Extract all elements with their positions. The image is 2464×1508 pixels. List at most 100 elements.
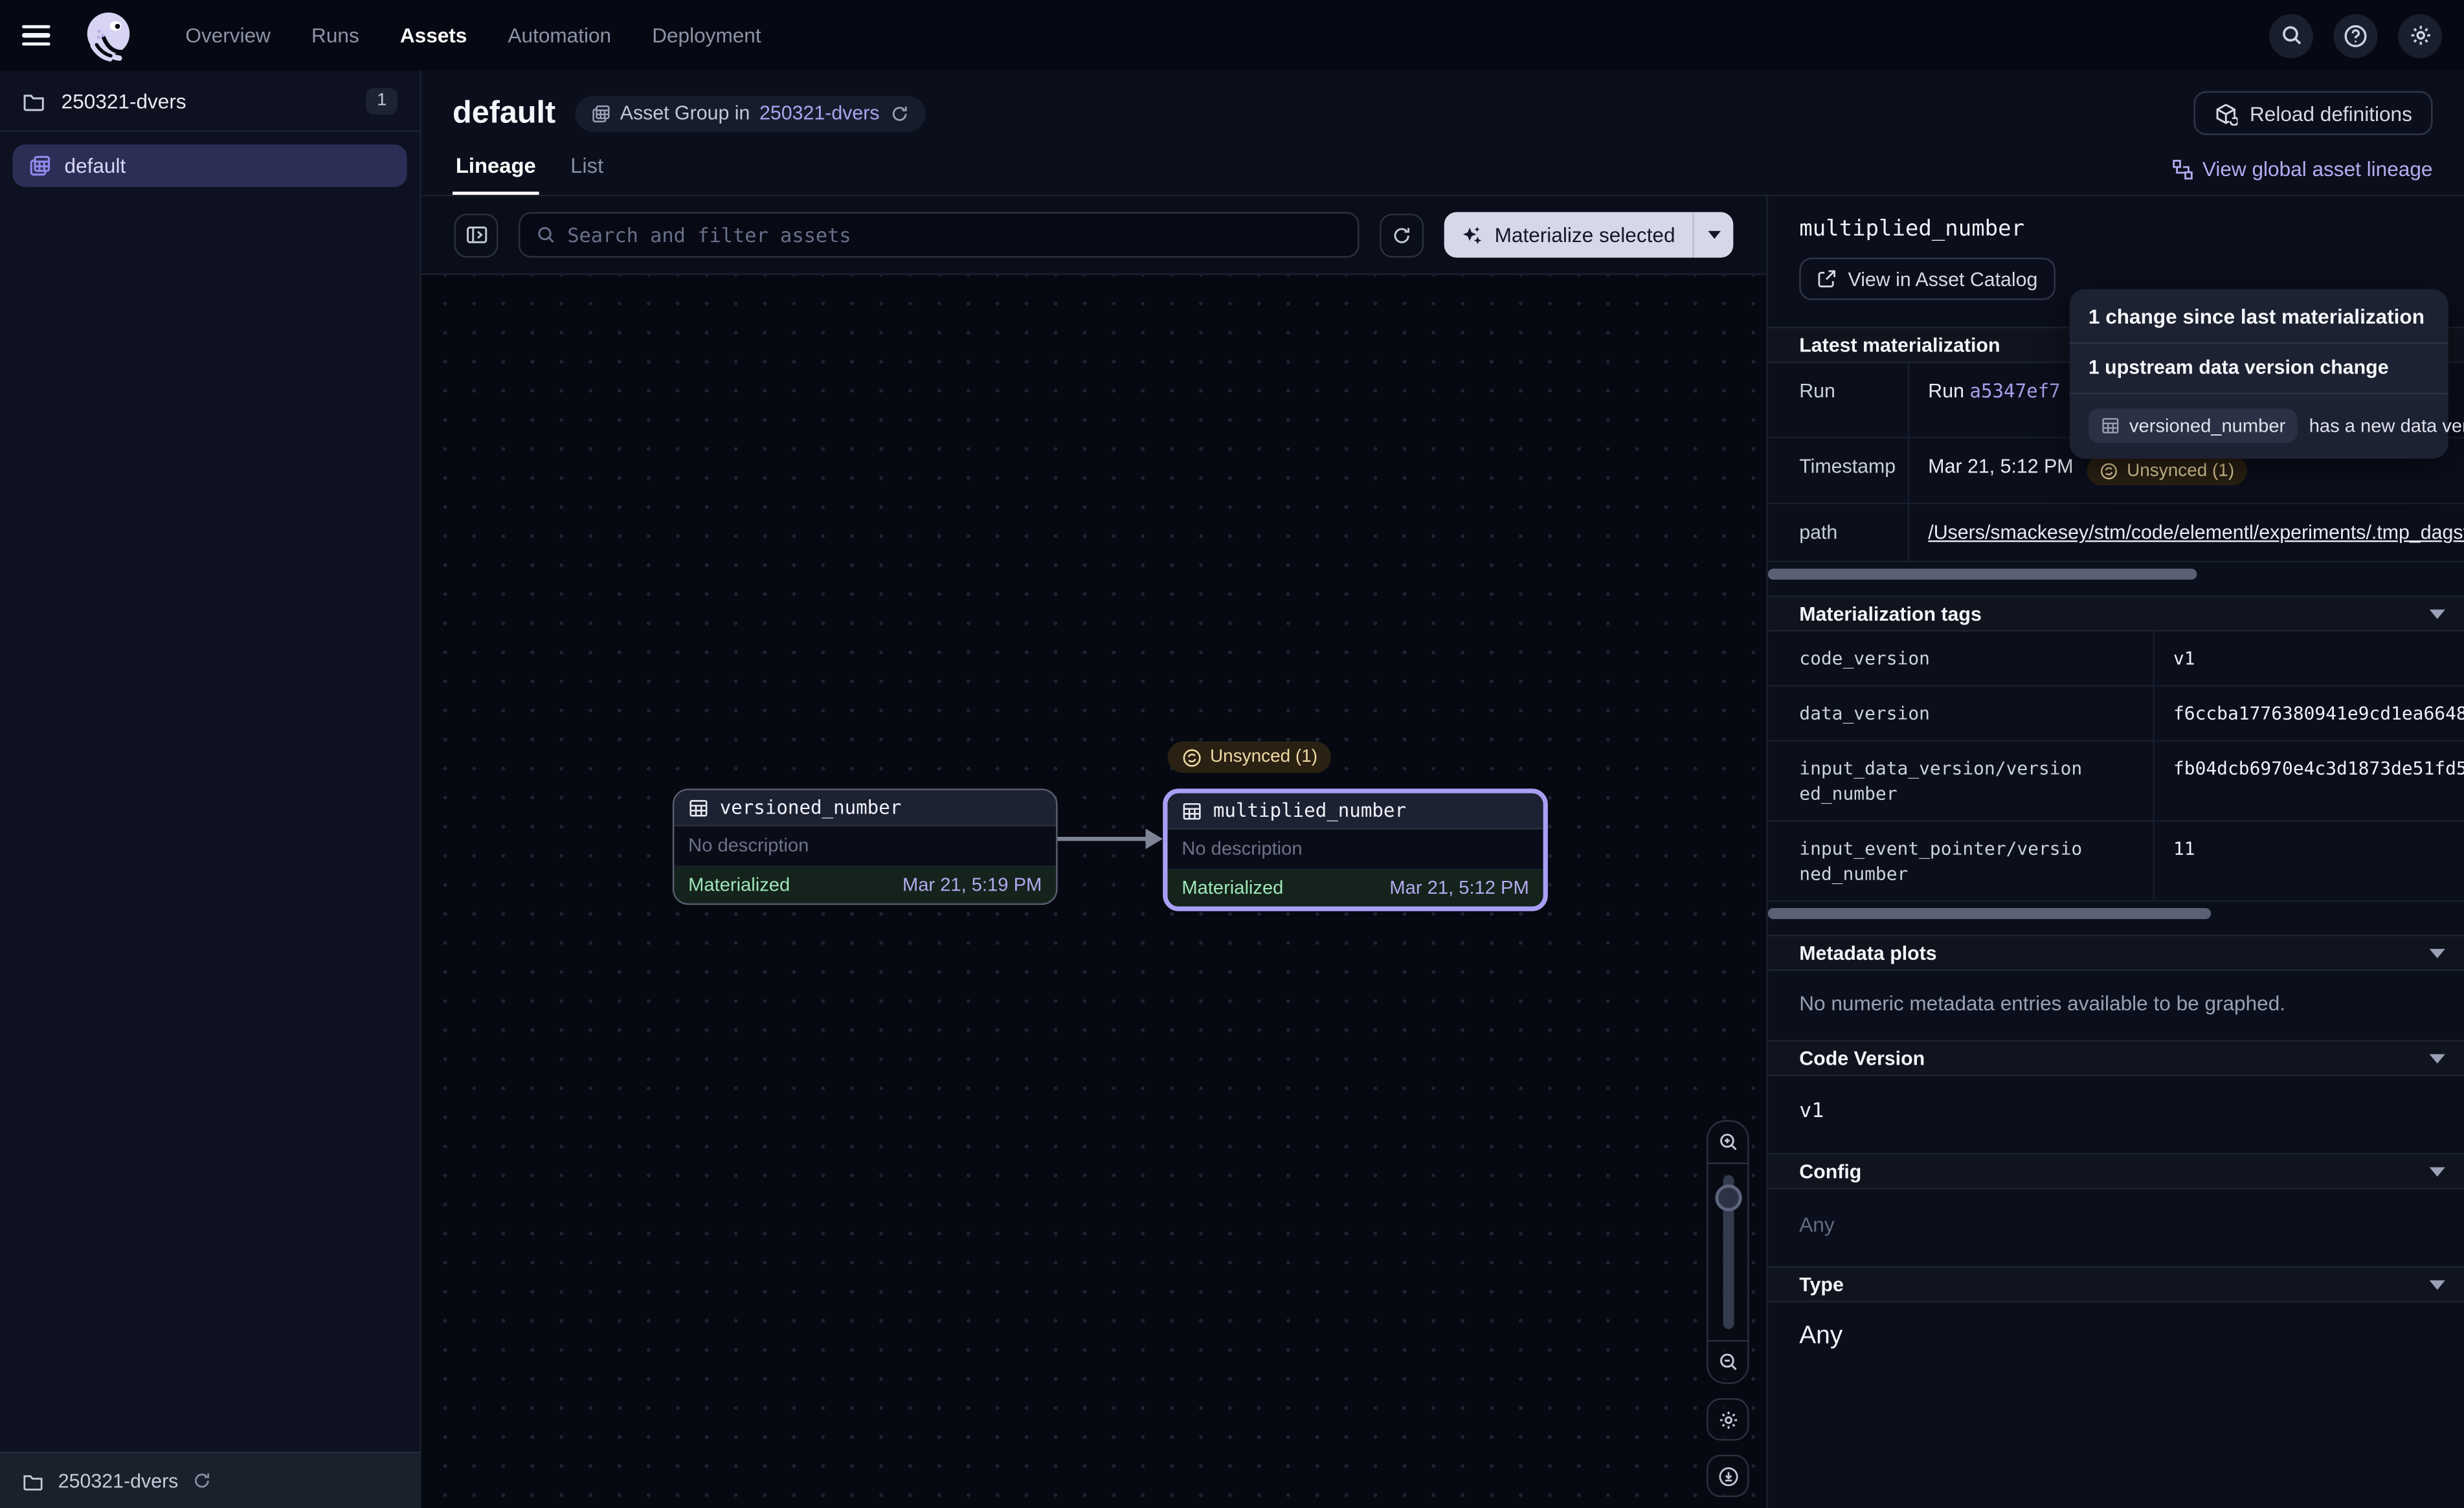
zoom-slider[interactable]	[1708, 1164, 1747, 1340]
sidebar-item-default[interactable]: default	[12, 144, 407, 187]
section-heading: Code Version	[1799, 1047, 1925, 1069]
section-metadata-plots[interactable]: Metadata plots	[1768, 935, 2464, 971]
asset-chip-versioned-number[interactable]: versioned_number	[2089, 408, 2298, 443]
tag-value: fb04dcb6970e4c3d1873de51fd5a5	[2155, 742, 2464, 820]
row-label: path	[1768, 504, 1909, 560]
tab-lineage[interactable]: Lineage	[453, 154, 539, 195]
view-global-asset-lineage-link[interactable]: View global asset lineage	[2171, 157, 2432, 195]
materialize-dropdown-toggle[interactable]	[1692, 212, 1733, 258]
zoom-in-icon	[1717, 1131, 1739, 1153]
collapse-icon	[2430, 1054, 2445, 1063]
hamburger-menu-button[interactable]	[22, 25, 50, 47]
chip-group-link[interactable]: 250321-dvers	[759, 102, 880, 124]
nav-item-assets[interactable]: Assets	[400, 23, 467, 47]
unsynced-badge-graph[interactable]: Unsynced (1)	[1167, 742, 1331, 773]
asset-node-multiplied-number[interactable]: multiplied_number No description Materia…	[1163, 789, 1548, 911]
search-input[interactable]	[567, 223, 1342, 247]
zoom-out-icon	[1717, 1351, 1739, 1373]
tag-row: data_version f6ccba1776380941e9cd1ea6648…	[1768, 687, 2464, 742]
asset-node-versioned-number[interactable]: versioned_number No description Material…	[673, 789, 1058, 905]
tooltip-title: 1 change since last materialization	[2089, 305, 2430, 342]
asset-chip-label: versioned_number	[2129, 415, 2285, 437]
section-type[interactable]: Type	[1768, 1266, 2464, 1302]
code-version-value: v1	[1768, 1076, 2464, 1153]
gear-icon	[2408, 23, 2432, 47]
asset-node-timestamp: Mar 21, 5:19 PM	[902, 874, 1042, 896]
search-icon	[536, 225, 557, 245]
refresh-icon[interactable]	[889, 103, 910, 124]
settings-button[interactable]	[2398, 14, 2442, 58]
lineage-edge	[1053, 821, 1169, 856]
view-global-asset-lineage-label: View global asset lineage	[2202, 157, 2433, 181]
panel-expand-icon	[464, 223, 487, 247]
graph-settings-button[interactable]	[1707, 1398, 1749, 1441]
tooltip-text: has a new data version	[2309, 415, 2464, 437]
refresh-icon	[1391, 224, 1413, 246]
zoom-out-button[interactable]	[1708, 1340, 1747, 1382]
search-button[interactable]	[2269, 14, 2313, 58]
dagster-logo[interactable]	[82, 8, 135, 62]
expand-panel-button[interactable]	[454, 213, 498, 257]
lineage-graph-icon	[2171, 158, 2193, 180]
sync-status-icon	[1182, 747, 1202, 768]
unsynced-badge-label: Unsynced (1)	[1210, 748, 1317, 766]
reload-definitions-button[interactable]: Reload definitions	[2193, 91, 2433, 135]
run-id-link[interactable]: a5347ef7	[1969, 380, 2060, 402]
section-heading: Type	[1799, 1273, 1844, 1295]
unsynced-badge-panel[interactable]: Unsynced (1)	[2087, 456, 2246, 485]
folder-icon	[22, 1470, 44, 1492]
tab-list[interactable]: List	[567, 154, 607, 195]
external-link-icon	[1817, 269, 1837, 289]
search-icon	[2279, 23, 2303, 47]
lineage-graph-canvas[interactable]: Unsynced (1) versioned_number No descrip…	[421, 275, 1767, 1508]
zoom-slider-thumb[interactable]	[1714, 1184, 1741, 1211]
sparkles-icon	[1462, 224, 1484, 246]
horizontal-scrollbar[interactable]	[1768, 569, 2197, 580]
tag-row: input_data_version/versioned_number fb04…	[1768, 742, 2464, 822]
asset-details-panel: multiplied_number View in Asset Catalog …	[1766, 196, 2464, 1508]
timestamp-value: Mar 21, 5:12 PM	[1928, 456, 2073, 478]
sidebar-group-count-badge: 1	[366, 87, 398, 114]
asset-group-icon	[28, 154, 52, 177]
materialize-selected-button[interactable]: Materialize selected	[1444, 212, 1733, 258]
section-config[interactable]: Config	[1768, 1153, 2464, 1190]
top-nav: Overview Runs Assets Automation Deployme…	[0, 0, 2464, 71]
sidebar-group-label: 250321-dvers	[62, 89, 186, 112]
collapse-icon	[2430, 609, 2445, 619]
tag-key: code_version	[1768, 632, 2155, 685]
nav-item-automation[interactable]: Automation	[508, 23, 611, 47]
row-label: Run	[1768, 363, 1909, 437]
sidebar-footer-label: 250321-dvers	[58, 1470, 179, 1492]
nav-item-deployment[interactable]: Deployment	[652, 23, 761, 47]
sidebar-group-250321-dvers[interactable]: 250321-dvers 1	[0, 71, 420, 132]
refresh-graph-button[interactable]	[1380, 213, 1424, 257]
page-header: default Asset Group in 250321-dvers Relo…	[421, 71, 2464, 196]
view-in-asset-catalog-button[interactable]: View in Asset Catalog	[1799, 258, 2055, 300]
gear-icon	[1717, 1408, 1739, 1430]
section-code-version[interactable]: Code Version	[1768, 1040, 2464, 1076]
refresh-icon[interactable]	[192, 1470, 213, 1491]
chip-text: Asset Group in	[620, 102, 750, 124]
reload-definitions-label: Reload definitions	[2250, 102, 2412, 125]
collapse-icon	[2430, 1166, 2445, 1176]
section-heading: Latest materialization	[1799, 334, 2000, 356]
help-button[interactable]	[2334, 14, 2378, 58]
asset-group-chip: Asset Group in 250321-dvers	[574, 95, 925, 131]
lineage-graph-section: Materialize selected	[421, 196, 1767, 1508]
download-graph-button[interactable]	[1707, 1455, 1749, 1498]
horizontal-scrollbar[interactable]	[1768, 908, 2211, 919]
section-heading: Config	[1799, 1160, 1861, 1182]
path-link[interactable]: /Users/smackesey/stm/code/elementl/exper…	[1928, 522, 2464, 544]
row-label: Timestamp	[1768, 438, 1909, 503]
nav-item-overview[interactable]: Overview	[185, 23, 271, 47]
nav-item-runs[interactable]: Runs	[311, 23, 359, 47]
tag-row: code_version v1	[1768, 632, 2464, 687]
folder-icon	[22, 89, 45, 112]
asset-node-status: Materialized	[688, 874, 790, 896]
type-value: Any	[1768, 1302, 2464, 1382]
asset-node-timestamp: Mar 21, 5:12 PM	[1389, 876, 1529, 898]
section-materialization-tags[interactable]: Materialization tags	[1768, 595, 2464, 632]
asset-node-description: No description	[1167, 830, 1543, 870]
zoom-in-button[interactable]	[1708, 1122, 1747, 1164]
section-heading: Metadata plots	[1799, 942, 1936, 964]
